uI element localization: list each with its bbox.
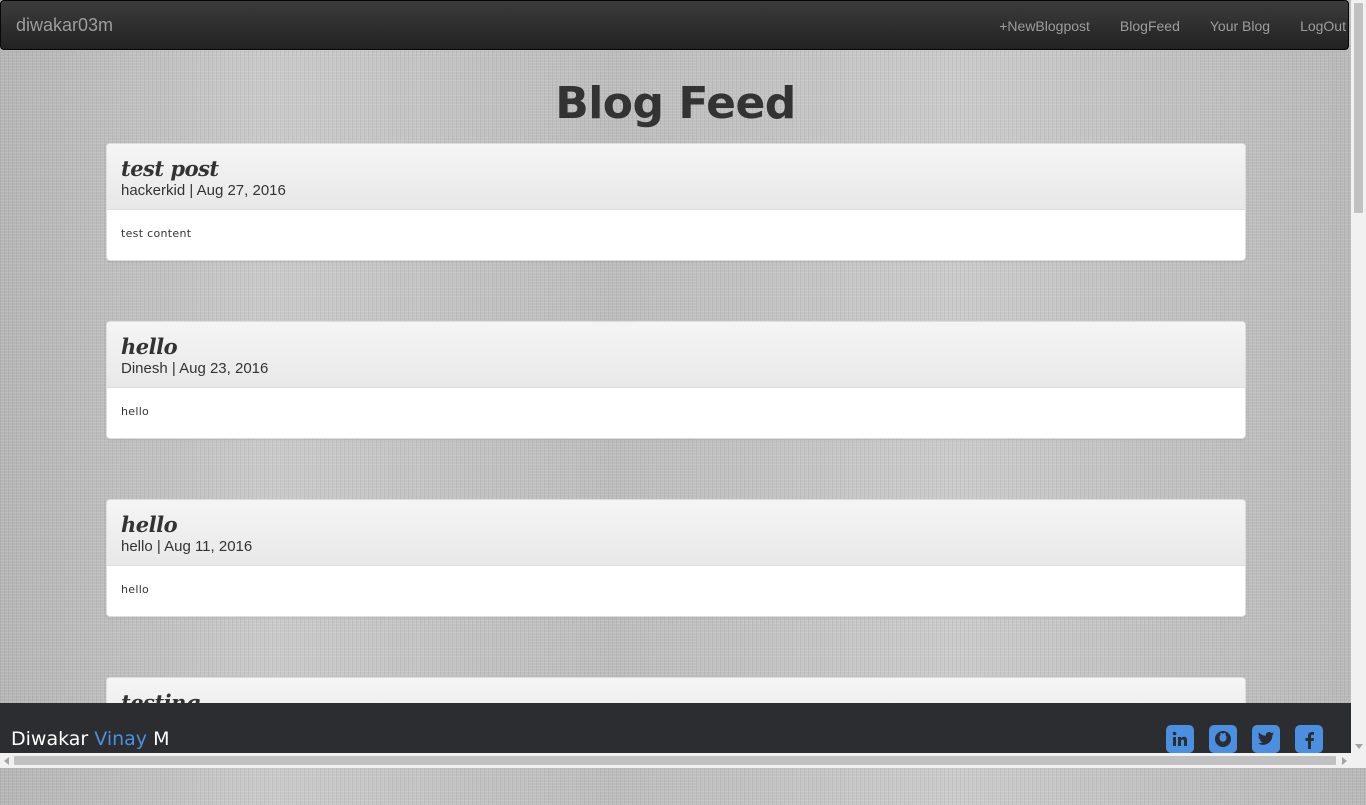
github-icon[interactable] <box>1209 725 1237 753</box>
footer: Diwakar Vinay M <box>0 703 1351 753</box>
vertical-scrollbar-thumb[interactable] <box>1354 3 1363 213</box>
nav-logout-link[interactable]: LogOut <box>1300 18 1346 34</box>
post-title[interactable]: hello <box>121 334 1231 359</box>
post-card: hello Dinesh | Aug 23, 2016 hello <box>106 321 1246 439</box>
facebook-icon[interactable] <box>1295 725 1323 753</box>
post-title[interactable]: test post <box>121 156 1231 181</box>
post-content: hello <box>121 583 150 596</box>
post-content: hello <box>121 405 150 418</box>
twitter-icon[interactable] <box>1252 725 1280 753</box>
post-card: hello hello | Aug 11, 2016 hello <box>106 499 1246 617</box>
social-links <box>1151 725 1323 753</box>
top-navbar: diwakar03m +NewBlogpost BlogFeed Your Bl… <box>0 0 1349 50</box>
post-meta: Dinesh | Aug 23, 2016 <box>121 360 269 377</box>
linkedin-icon[interactable] <box>1166 725 1194 753</box>
horizontal-scrollbar[interactable] <box>0 753 1366 768</box>
scroll-left-arrow-icon[interactable] <box>4 757 9 765</box>
vertical-scrollbar[interactable] <box>1351 0 1366 753</box>
brand-link[interactable]: diwakar03m <box>16 15 113 36</box>
footer-author-name: Diwakar Vinay M <box>11 728 170 750</box>
post-meta: hello | Aug 11, 2016 <box>121 538 253 555</box>
scroll-right-arrow-icon[interactable] <box>1342 757 1347 765</box>
post-title[interactable]: hello <box>121 512 1231 537</box>
post-heading: hello Dinesh | Aug 23, 2016 <box>107 322 1245 388</box>
footer-name-middle: Vinay <box>94 728 148 750</box>
post-card: test post hackerkid | Aug 27, 2016 test … <box>106 143 1246 261</box>
nav-your-blog-link[interactable]: Your Blog <box>1210 18 1270 34</box>
page-title: Blog Feed <box>555 78 796 129</box>
scroll-down-arrow-icon[interactable] <box>1355 744 1363 749</box>
nav-links: +NewBlogpost BlogFeed Your Blog LogOut <box>969 18 1346 34</box>
nav-blogfeed-link[interactable]: BlogFeed <box>1120 18 1180 34</box>
footer-name-last: M <box>153 728 170 750</box>
post-heading: test post hackerkid | Aug 27, 2016 <box>107 144 1245 210</box>
post-heading: hello hello | Aug 11, 2016 <box>107 500 1245 566</box>
footer-name-first: Diwakar <box>11 728 89 750</box>
horizontal-scrollbar-thumb[interactable] <box>14 756 1336 765</box>
post-content: test content <box>121 227 192 240</box>
nav-new-blogpost-link[interactable]: +NewBlogpost <box>999 18 1090 34</box>
post-meta: hackerkid | Aug 27, 2016 <box>121 182 286 199</box>
